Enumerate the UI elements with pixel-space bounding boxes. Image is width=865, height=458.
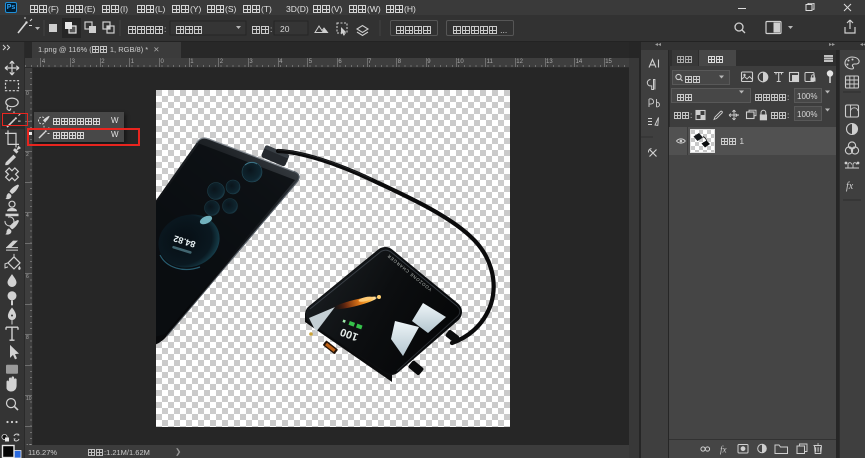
svg-text:fx: fx	[720, 445, 727, 455]
svg-text:fx: fx	[846, 181, 854, 192]
